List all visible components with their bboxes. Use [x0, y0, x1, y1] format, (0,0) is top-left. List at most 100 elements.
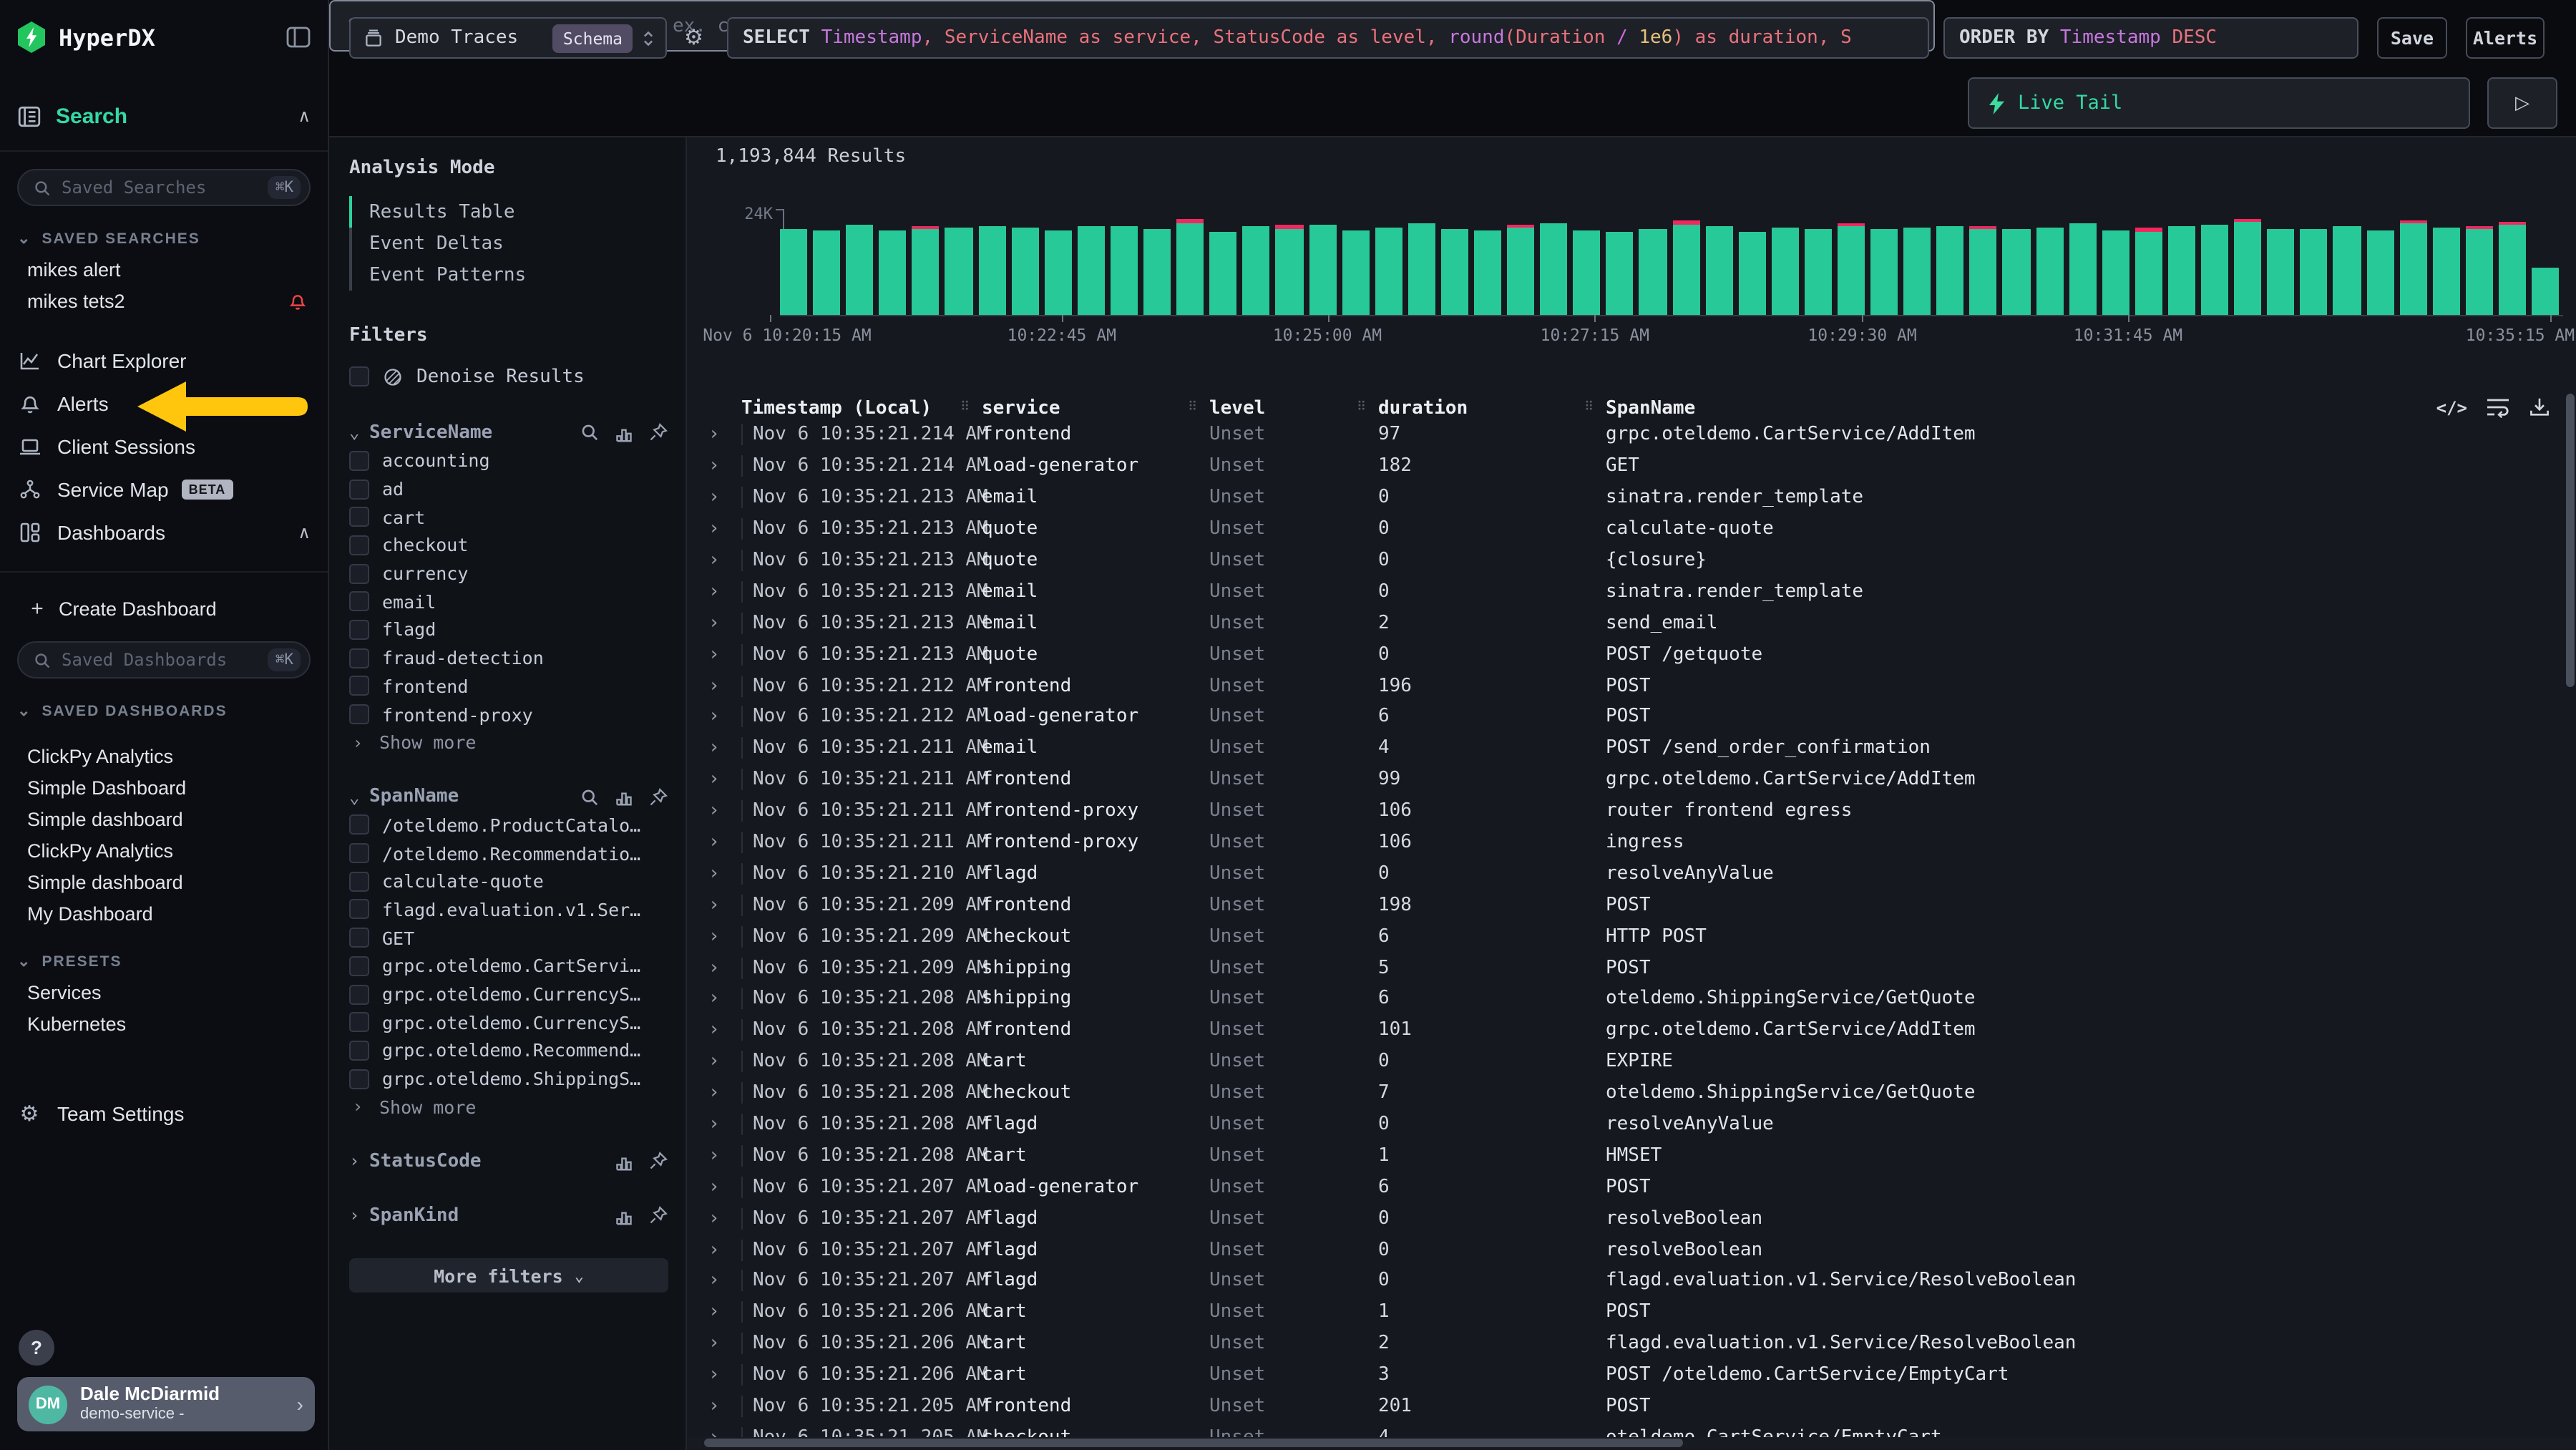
drag-handle-icon[interactable]: ⠿ — [1357, 400, 1366, 414]
filter-value-row[interactable]: calculate-quote — [349, 867, 668, 895]
sidebar-item-service-map[interactable]: Service Map BETA — [17, 468, 311, 511]
filter-value-row[interactable]: grpc.oteldemo.CurrencyS… — [349, 980, 668, 1008]
pin-icon[interactable] — [648, 787, 668, 807]
results-histogram[interactable] — [780, 220, 2563, 315]
row-expander-icon[interactable]: › — [704, 1082, 741, 1104]
filter-value-row[interactable]: frontend-proxy — [349, 700, 668, 728]
checkbox[interactable] — [349, 366, 369, 386]
row-expander-icon[interactable]: › — [704, 1207, 741, 1229]
drag-handle-icon[interactable]: ⠿ — [1188, 400, 1197, 414]
column-header-level[interactable]: ⠿level — [1209, 397, 1378, 419]
preset-item[interactable]: Kubernetes — [17, 1008, 311, 1039]
row-expander-icon[interactable]: › — [704, 424, 741, 446]
table-row[interactable]: ›Nov 6 10:35:21.208 AMshippingUnset6otel… — [704, 983, 2576, 1015]
sidebar-item-team-settings[interactable]: ⚙ Team Settings — [17, 1096, 311, 1131]
row-expander-icon[interactable]: › — [704, 518, 741, 540]
filter-value-row[interactable]: currency — [349, 560, 668, 588]
filter-value-row[interactable]: /oteldemo.ProductCatalo… — [349, 811, 668, 839]
analysis-mode-option[interactable]: Event Patterns — [349, 259, 668, 291]
order-by-input[interactable]: ORDER BY Timestamp DESC — [1943, 17, 2358, 59]
saved-dashboard-item[interactable]: ClickPy Analytics — [17, 835, 311, 866]
saved-dashboard-item[interactable]: ClickPy Analytics — [17, 740, 311, 772]
row-expander-icon[interactable]: › — [704, 1302, 741, 1323]
row-expander-icon[interactable]: › — [704, 1177, 741, 1198]
saved-dashboard-item[interactable]: Simple Dashboard — [17, 772, 311, 803]
filter-value-row[interactable]: grpc.oteldemo.CurrencyS… — [349, 1008, 668, 1036]
row-expander-icon[interactable]: › — [704, 643, 741, 665]
filter-section-header[interactable]: ›SpanKind — [349, 1201, 668, 1230]
checkbox[interactable] — [349, 704, 369, 724]
checkbox[interactable] — [349, 956, 369, 976]
show-more-button[interactable]: ›Show more — [349, 729, 668, 756]
row-expander-icon[interactable]: › — [704, 487, 741, 508]
row-expander-icon[interactable]: › — [704, 800, 741, 822]
row-expander-icon[interactable]: › — [704, 769, 741, 790]
table-row[interactable]: ›Nov 6 10:35:21.214 AMload-generatorUnse… — [704, 451, 2576, 482]
table-row[interactable]: ›Nov 6 10:35:21.212 AMload-generatorUnse… — [704, 701, 2576, 733]
filter-value-row[interactable]: grpc.oteldemo.CartServi… — [349, 952, 668, 980]
table-row[interactable]: ›Nov 6 10:35:21.213 AMquoteUnset0calcula… — [704, 513, 2576, 545]
checkbox[interactable] — [349, 1041, 369, 1061]
search-icon[interactable] — [580, 422, 600, 442]
table-row[interactable]: ›Nov 6 10:35:21.213 AMquoteUnset0POST /g… — [704, 638, 2576, 670]
sidebar-item-alerts[interactable]: Alerts — [17, 382, 311, 425]
help-button[interactable]: ? — [19, 1330, 54, 1366]
table-row[interactable]: ›Nov 6 10:35:21.209 AMcheckoutUnset6HTTP… — [704, 921, 2576, 953]
column-header-duration[interactable]: ⠿duration — [1378, 397, 1606, 419]
bar-chart-icon[interactable] — [614, 423, 634, 442]
row-expander-icon[interactable]: › — [704, 832, 741, 853]
table-row[interactable]: ›Nov 6 10:35:21.208 AMfrontendUnset101gr… — [704, 1015, 2576, 1046]
row-expander-icon[interactable]: › — [704, 1270, 741, 1292]
checkbox[interactable] — [349, 563, 369, 583]
create-dashboard-button[interactable]: + Create Dashboard — [17, 593, 311, 624]
table-row[interactable]: ›Nov 6 10:35:21.212 AMfrontendUnset196PO… — [704, 670, 2576, 701]
table-row[interactable]: ›Nov 6 10:35:21.206 AMcartUnset2flagd.ev… — [704, 1328, 2576, 1360]
saved-searches-section-label[interactable]: ⌄ SAVED SEARCHES — [17, 229, 311, 248]
filter-value-row[interactable]: grpc.oteldemo.ShippingS… — [349, 1065, 668, 1093]
presets-section-label[interactable]: ⌄ PRESETS — [17, 952, 311, 970]
table-row[interactable]: ›Nov 6 10:35:21.206 AMcartUnset1POST — [704, 1297, 2576, 1328]
preset-item[interactable]: Services — [17, 976, 311, 1008]
row-expander-icon[interactable]: › — [704, 738, 741, 759]
saved-dashboard-item[interactable]: Simple dashboard — [17, 803, 311, 835]
table-row[interactable]: ›Nov 6 10:35:21.211 AMfrontend-proxyUnse… — [704, 827, 2576, 858]
vertical-scrollbar[interactable] — [2566, 394, 2575, 687]
checkbox[interactable] — [349, 843, 369, 863]
filter-value-row[interactable]: checkout — [349, 531, 668, 559]
checkbox[interactable] — [349, 1069, 369, 1089]
row-expander-icon[interactable]: › — [704, 675, 741, 696]
table-row[interactable]: ›Nov 6 10:35:21.214 AMfrontendUnset97grp… — [704, 419, 2576, 451]
source-settings-gear-icon[interactable]: ⚙ — [684, 24, 703, 50]
filter-value-row[interactable]: ad — [349, 475, 668, 502]
row-expander-icon[interactable]: › — [704, 895, 741, 916]
download-icon[interactable] — [2529, 396, 2550, 418]
table-row[interactable]: ›Nov 6 10:35:21.213 AMemailUnset2send_em… — [704, 608, 2576, 639]
drag-handle-icon[interactable]: ⠿ — [1584, 400, 1594, 414]
saved-dashboards-section-label[interactable]: ⌄ SAVED DASHBOARDS — [17, 701, 311, 720]
show-more-button[interactable]: ›Show more — [349, 1093, 668, 1121]
checkbox[interactable] — [349, 451, 369, 471]
horizontal-scrollbar[interactable] — [687, 1437, 2576, 1449]
table-row[interactable]: ›Nov 6 10:35:21.205 AMfrontendUnset201PO… — [704, 1391, 2576, 1422]
row-expander-icon[interactable]: › — [704, 1364, 741, 1386]
checkbox[interactable] — [349, 900, 369, 920]
checkbox[interactable] — [349, 479, 369, 499]
checkbox[interactable] — [349, 507, 369, 527]
row-expander-icon[interactable]: › — [704, 550, 741, 571]
row-expander-icon[interactable]: › — [704, 1020, 741, 1041]
filter-value-row[interactable]: flagd — [349, 615, 668, 643]
table-row[interactable]: ›Nov 6 10:35:21.207 AMflagdUnset0resolve… — [704, 1234, 2576, 1265]
row-expander-icon[interactable]: › — [704, 1396, 741, 1417]
saved-dashboards-input[interactable]: Saved Dashboards ⌘K — [17, 641, 311, 678]
alerts-button[interactable]: Alerts — [2466, 17, 2545, 59]
checkbox[interactable] — [349, 1012, 369, 1032]
user-menu[interactable]: DM Dale McDiarmid demo-service - › — [17, 1377, 315, 1431]
view-source-icon[interactable]: </> — [2436, 397, 2467, 417]
checkbox[interactable] — [349, 592, 369, 612]
table-row[interactable]: ›Nov 6 10:35:21.207 AMflagdUnset0resolve… — [704, 1203, 2576, 1235]
sidebar-collapse-icon[interactable] — [286, 26, 311, 49]
table-row[interactable]: ›Nov 6 10:35:21.209 AMfrontendUnset198PO… — [704, 890, 2576, 921]
bar-chart-icon[interactable] — [614, 1206, 634, 1225]
saved-searches-input[interactable]: Saved Searches ⌘K — [17, 169, 311, 206]
checkbox[interactable] — [349, 815, 369, 835]
